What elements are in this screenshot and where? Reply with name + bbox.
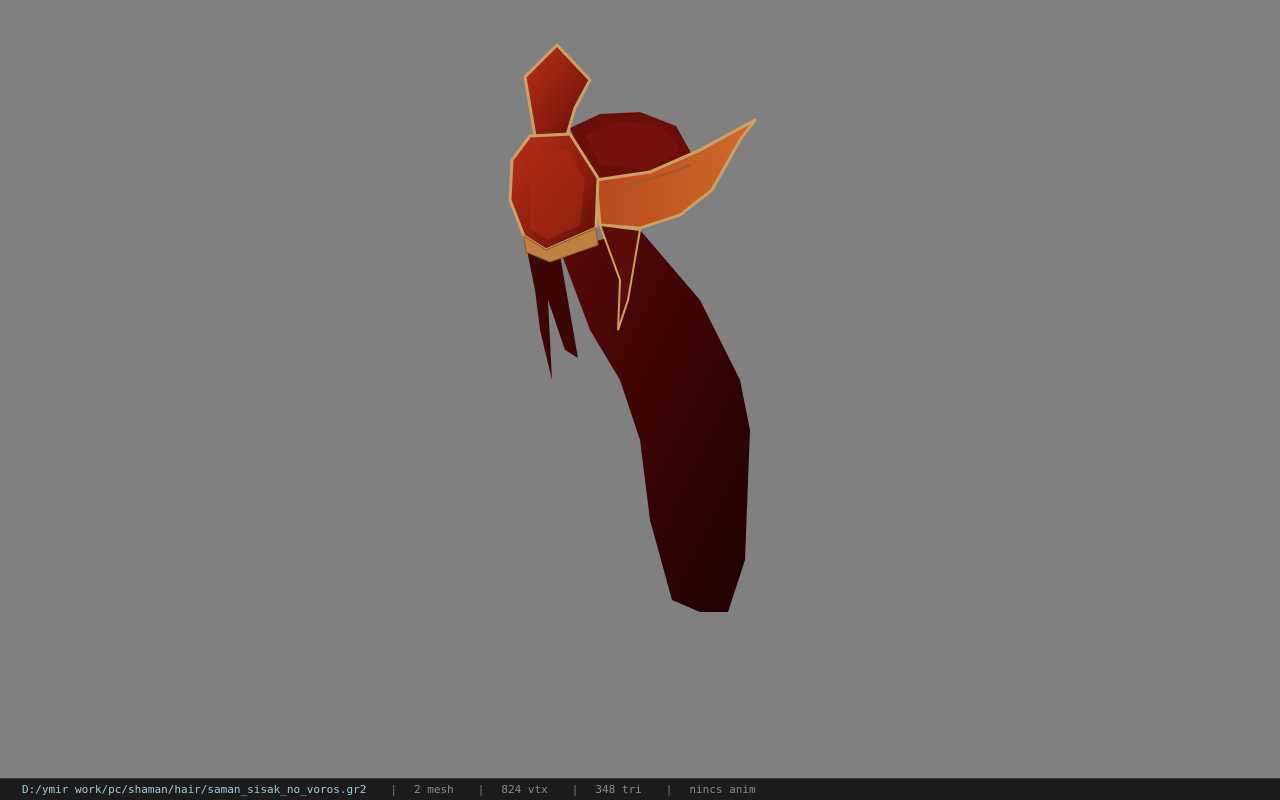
triangle-count: 348 tri bbox=[595, 783, 642, 796]
separator: | bbox=[665, 783, 673, 796]
separator: | bbox=[477, 783, 485, 796]
animation-status: nincs anim bbox=[689, 783, 756, 796]
separator: | bbox=[390, 783, 397, 796]
vertex-count: 824 vtx bbox=[501, 783, 548, 796]
status-bar: D:/ymir work/pc/shaman/hair/saman_sisak_… bbox=[0, 778, 1280, 800]
3d-viewport[interactable] bbox=[0, 0, 1280, 778]
file-path: D:/ymir work/pc/shaman/hair/saman_sisak_… bbox=[22, 783, 367, 796]
hair-tail bbox=[560, 230, 750, 612]
helmet-hair-model-render bbox=[508, 43, 757, 612]
separator: | bbox=[571, 783, 579, 796]
mesh-count: 2 mesh bbox=[414, 783, 454, 796]
